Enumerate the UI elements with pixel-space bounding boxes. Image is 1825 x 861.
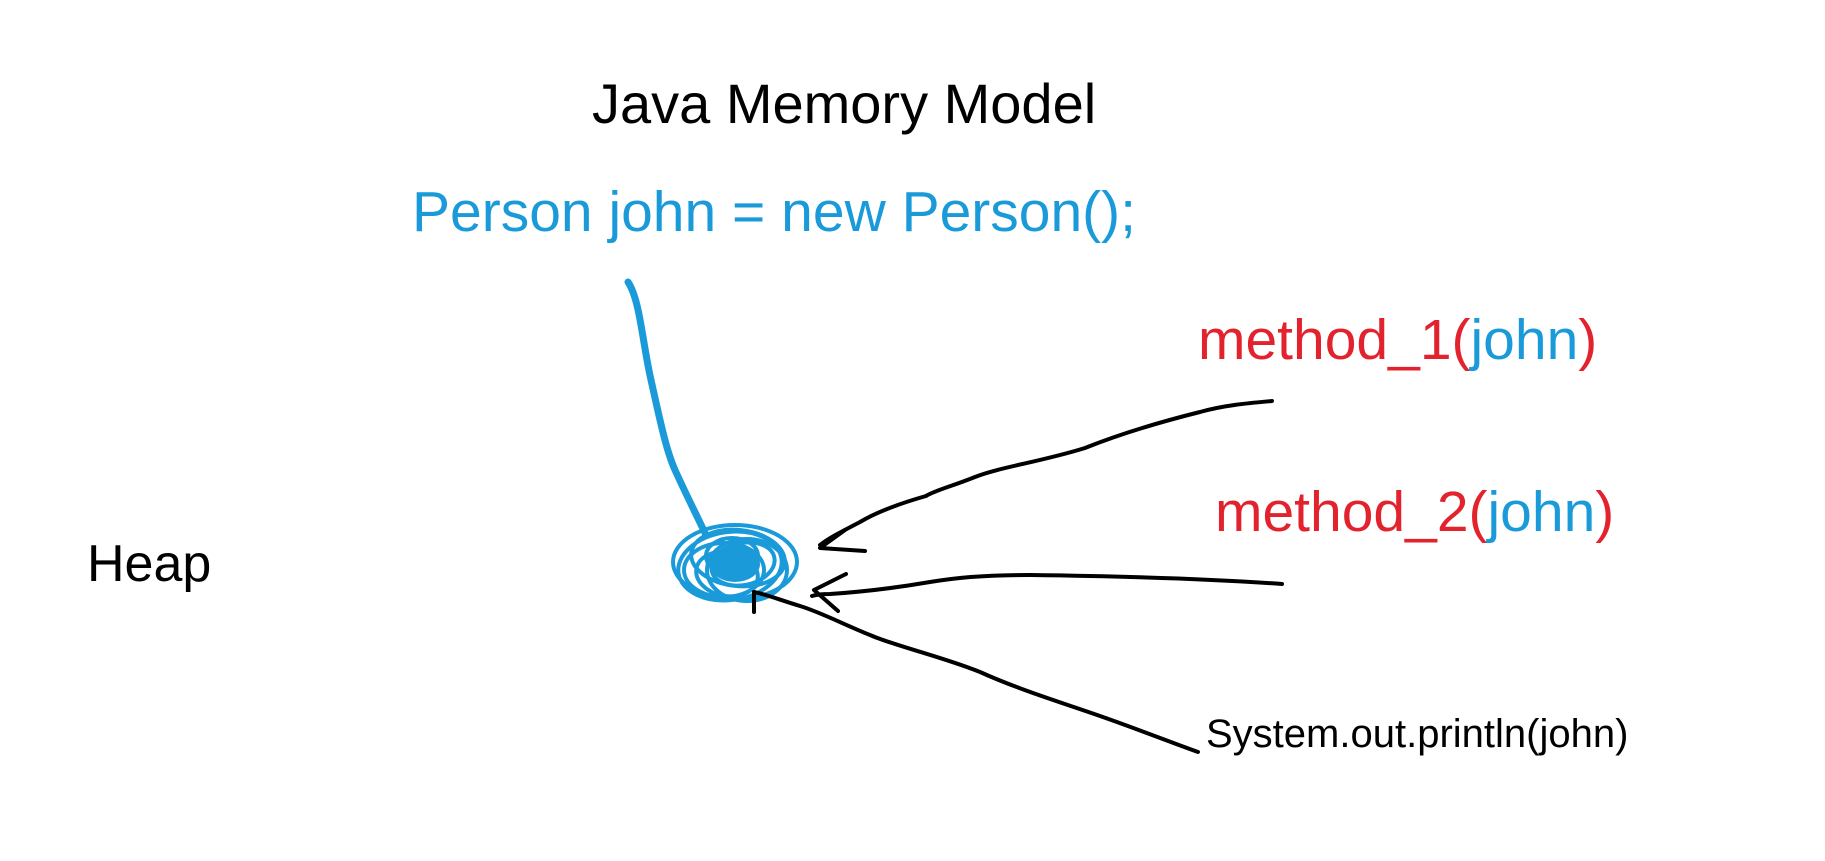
method-2-close-paren: ): [1595, 480, 1615, 544]
reference-line: [624, 278, 710, 539]
method-2-call: method_2(john): [1215, 484, 1614, 541]
method-1-argument: john: [1470, 308, 1579, 372]
method-2-argument: john: [1487, 480, 1596, 544]
heap-label: Heap: [87, 535, 212, 593]
method-1-open-paren: (: [1451, 308, 1471, 372]
code-statement: Person john = new Person();: [412, 180, 1136, 244]
method-2-open-paren: (: [1468, 480, 1488, 544]
arrow-println: [752, 590, 1200, 754]
arrow-method-2: [810, 572, 1284, 598]
method-1-call: method_1(john): [1198, 312, 1597, 369]
diagram-title: Java Memory Model: [592, 72, 1097, 135]
arrow-method-1: [818, 399, 1274, 547]
method-1-name: method_1: [1198, 308, 1452, 372]
heap-object-core: [710, 546, 760, 582]
println-call: System.out.println(john): [1206, 712, 1629, 756]
method-1-close-paren: ): [1578, 308, 1598, 372]
method-2-name: method_2: [1215, 480, 1469, 544]
